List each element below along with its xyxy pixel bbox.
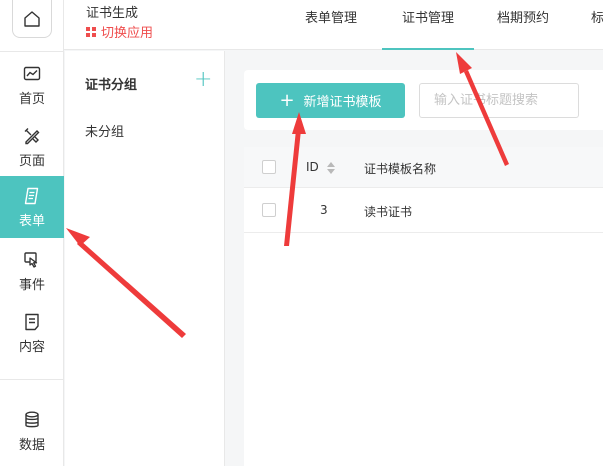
home-icon xyxy=(24,10,40,27)
rail-divider xyxy=(0,379,64,380)
rail-divider xyxy=(0,51,64,52)
app-title: 证书生成 xyxy=(86,6,139,21)
sidebar-item-label: 表单 xyxy=(18,213,45,229)
sidebar-item-label: 数据 xyxy=(18,437,45,453)
database-icon xyxy=(25,411,39,427)
chart-icon xyxy=(23,66,41,80)
sidebar-item-content[interactable]: 内容 xyxy=(0,302,64,364)
sidebar-item-home[interactable]: 首页 xyxy=(0,54,64,116)
select-all-checkbox[interactable] xyxy=(262,160,276,174)
new-button-label: 新增证书模板 xyxy=(303,95,382,110)
certificate-group-panel: 证书分组 + 未分组 xyxy=(65,51,225,466)
sidebar-item-events[interactable]: 事件 xyxy=(0,240,64,302)
certificate-table: ID 证书模板名称 3 读书证书 xyxy=(244,147,603,466)
tab-certificate-management[interactable]: 证书管理 xyxy=(381,0,475,50)
plus-icon: + xyxy=(279,89,295,111)
group-item-ungrouped[interactable]: 未分组 xyxy=(85,121,124,140)
tab-schedule-booking[interactable]: 档期预约 xyxy=(497,0,549,50)
tab-form-management[interactable]: 表单管理 xyxy=(305,0,357,50)
sidebar-item-data[interactable]: 数据 xyxy=(0,400,64,462)
row-template-name: 读书证书 xyxy=(364,205,413,219)
sidebar-item-label: 内容 xyxy=(18,339,45,355)
add-group-button[interactable]: + xyxy=(194,67,212,93)
form-icon xyxy=(24,187,39,204)
pen-ruler-icon xyxy=(24,127,40,144)
document-icon xyxy=(25,313,39,330)
certificate-search-input[interactable] xyxy=(419,83,579,118)
table-row[interactable]: 3 读书证书 xyxy=(244,188,603,233)
table-header: ID 证书模板名称 xyxy=(244,147,603,188)
group-panel-title: 证书分组 xyxy=(85,78,138,93)
switch-app-label: 切换应用 xyxy=(101,26,154,41)
row-id: 3 xyxy=(320,203,328,217)
top-bar: 证书生成 切换应用 表单管理 证书管理 档期预约 标 xyxy=(64,0,603,50)
sidebar-item-forms[interactable]: 表单 xyxy=(0,176,64,238)
left-rail: 首页 页面 表单 事件 内容 数据 xyxy=(0,0,64,466)
sidebar-item-label: 页面 xyxy=(18,153,45,169)
sidebar-item-label: 首页 xyxy=(18,91,45,107)
row-checkbox[interactable] xyxy=(262,203,276,217)
toolbar: + 新增证书模板 xyxy=(244,70,603,130)
tab-more[interactable]: 标 xyxy=(591,0,603,50)
sort-icon[interactable] xyxy=(326,161,336,175)
column-header-id[interactable]: ID xyxy=(306,160,319,174)
grid-icon xyxy=(86,26,96,37)
column-header-template-name: 证书模板名称 xyxy=(364,162,437,176)
touch-icon xyxy=(24,251,38,268)
switch-app-link[interactable]: 切换应用 xyxy=(86,22,153,41)
sidebar-item-pages[interactable]: 页面 xyxy=(0,116,64,178)
new-certificate-template-button[interactable]: + 新增证书模板 xyxy=(256,83,405,118)
home-button[interactable] xyxy=(12,0,52,38)
sidebar-item-label: 事件 xyxy=(18,277,45,293)
